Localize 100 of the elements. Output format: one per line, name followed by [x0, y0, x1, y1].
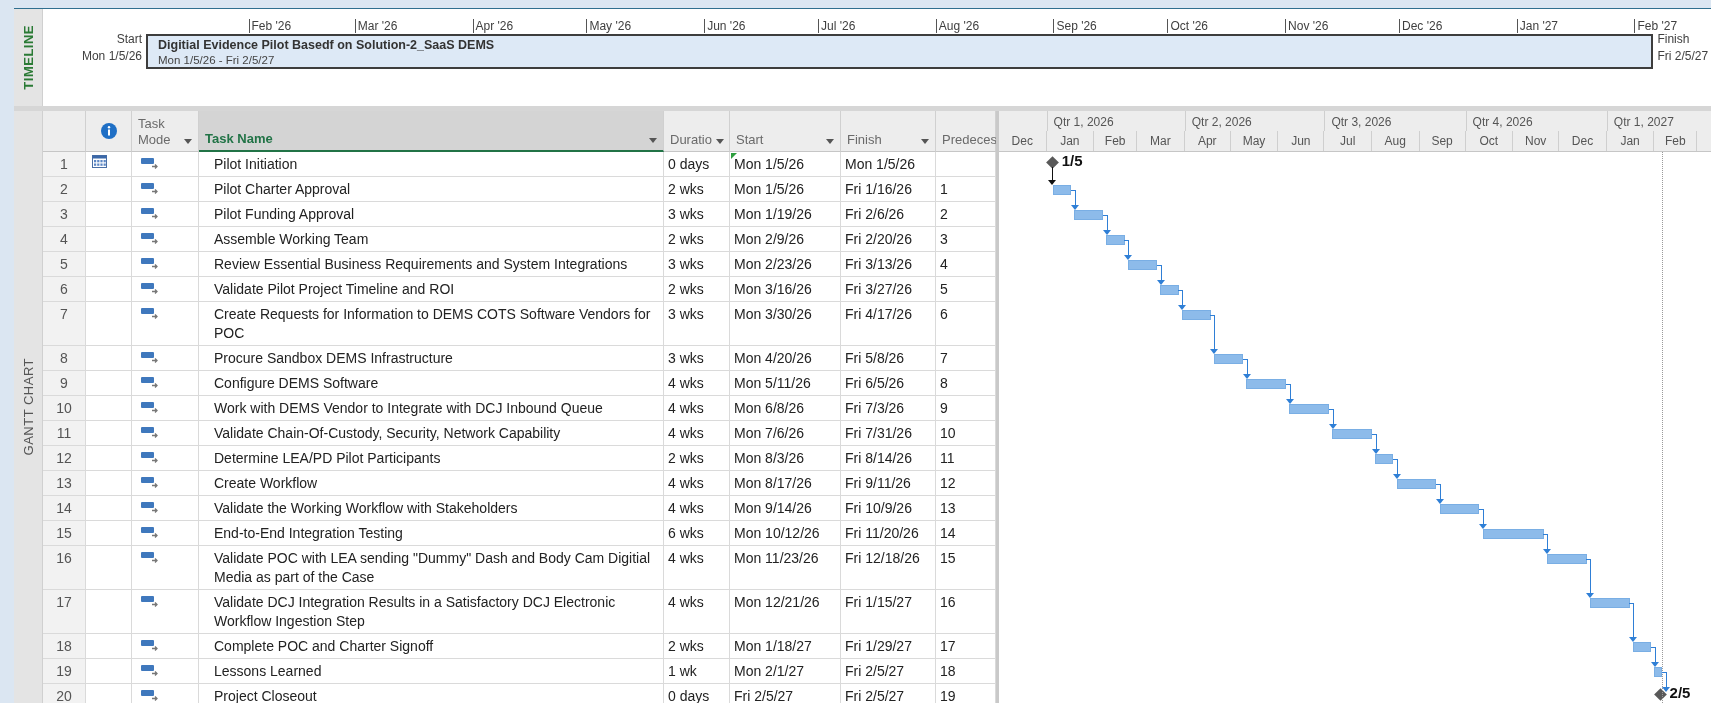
table-cell: 3 [936, 227, 996, 252]
table-cell: Mon 1/18/27 [730, 634, 841, 659]
table-cell: Mon 1/5/26 [730, 177, 841, 202]
row-number: 17 [43, 590, 86, 634]
table-cell: Fri 11/20/26 [841, 521, 936, 546]
table-cell: 6 [936, 302, 996, 346]
task-bar [1589, 598, 1630, 608]
bar-arrow-icon [141, 232, 159, 244]
start-date: Mon 1/5/26 [81, 48, 142, 65]
month-label: May [1230, 130, 1279, 151]
timeline-month-tick: Apr '26 [472, 19, 514, 33]
row-number: 19 [43, 659, 86, 684]
table-cell: 8 [936, 371, 996, 396]
table-cell: 4 [936, 252, 996, 277]
column-header[interactable]: Finish [841, 111, 936, 152]
task-name-cell: Create Requests for Information to DEMS COTS Software Vendors for POC [199, 302, 664, 346]
table-cell: Mon 11/23/26 [730, 546, 841, 590]
table-cell: Mon 10/12/26 [730, 521, 841, 546]
month-label: Dec [999, 130, 1047, 151]
table-cell: 1 [936, 177, 996, 202]
row-number: 4 [43, 227, 86, 252]
task-bar [1439, 504, 1480, 514]
table-cell: 14 [936, 521, 996, 546]
bar-arrow-icon [141, 182, 159, 194]
column-header[interactable]: Task Mode [132, 111, 199, 152]
project-title: Digitial Evidence Pilot Basedf on Solution-2_SaaS DEMS [158, 37, 495, 53]
row-number: 7 [43, 302, 86, 346]
column-header[interactable]: Start [730, 111, 841, 152]
table-cell: Mon 8/3/26 [730, 446, 841, 471]
task-name-cell: Lessons Learned [199, 659, 664, 684]
table-cell: Fri 9/11/26 [841, 471, 936, 496]
task-bar [1160, 285, 1179, 295]
quarter-label: Qtr 4, 2026 [1465, 111, 1607, 131]
table-cell: 3 wks [664, 202, 730, 227]
column-header[interactable]: Duratio [664, 111, 730, 152]
month-label: Apr [1184, 130, 1231, 151]
month-label: Oct [1465, 130, 1514, 151]
row-number: 16 [43, 546, 86, 590]
month-label: Jul [1324, 130, 1372, 151]
task-bar [1482, 529, 1544, 539]
quarter-label: Qtr 2, 2026 [1184, 111, 1325, 131]
month-label: Jan [1606, 130, 1655, 151]
bar-arrow-icon [141, 157, 159, 169]
table-cell: 4 wks [664, 496, 730, 521]
table-cell: Mon 7/6/26 [730, 421, 841, 446]
task-name-cell: End-to-End Integration Testing [199, 521, 664, 546]
row-number: 9 [43, 371, 86, 396]
task-bar [1106, 235, 1125, 245]
table-cell: 17 [936, 634, 996, 659]
task-name-cell: Validate Chain-Of-Custody, Security, Network Capability [199, 421, 664, 446]
timeline-bar[interactable]: Digitial Evidence Pilot Basedf on Solution-2_SaaS DEMS Mon 1/5/26 - Fri 2/5/27 [146, 34, 1654, 69]
table-cell: Fri 4/17/26 [841, 302, 936, 346]
bar-arrow-icon [141, 639, 159, 651]
table-cell: 4 wks [664, 396, 730, 421]
row-number: 18 [43, 634, 86, 659]
table-cell: Mon 3/16/26 [730, 277, 841, 302]
table-cell: Fri 8/14/26 [841, 446, 936, 471]
row-number: 5 [43, 252, 86, 277]
quarter-label: Qtr 3, 2026 [1324, 111, 1466, 131]
caret-icon [826, 139, 834, 144]
table-cell: Mon 2/9/26 [730, 227, 841, 252]
table-cell: Fri 10/9/26 [841, 496, 936, 521]
view-label[interactable]: GANTT CHART [20, 358, 36, 456]
quarter-label: Qtr 1, 2026 [1046, 111, 1185, 131]
task-bar [1246, 379, 1287, 389]
table-cell: Mon 9/14/26 [730, 496, 841, 521]
task-name-cell: Validate DCJ Integration Results in a Satisfactory DCJ Electronic Workflow Ingestion Step [199, 590, 664, 634]
table-cell: 13 [936, 496, 996, 521]
bar-arrow-icon [141, 451, 159, 463]
finish-date: Fri 2/5/27 [1657, 48, 1709, 65]
task-bar [1213, 354, 1244, 364]
caret-icon [921, 139, 929, 144]
bar-arrow-icon [141, 207, 159, 219]
table-cell: 2 wks [664, 634, 730, 659]
table-cell: 1 wk [664, 659, 730, 684]
table-cell: Fri 6/5/26 [841, 371, 936, 396]
table-cell: 6 wks [664, 521, 730, 546]
task-name-cell: Pilot Charter Approval [199, 177, 664, 202]
table-cell: Mon 4/20/26 [730, 346, 841, 371]
column-header[interactable] [86, 111, 132, 152]
table-cell: 9 [936, 396, 996, 421]
finish-label: Finish [1657, 31, 1690, 48]
table-cell: Fri 2/6/26 [841, 202, 936, 227]
table-cell: 4 wks [664, 421, 730, 446]
month-label: Sep [1419, 130, 1466, 151]
month-label: Jan [1046, 130, 1095, 151]
table-cell: Mon 12/21/26 [730, 590, 841, 634]
task-bar [1052, 185, 1072, 195]
column-header[interactable]: Task Name [199, 111, 664, 152]
task-name-cell: Create Workflow [199, 471, 664, 496]
timeline-month-tick: May '26 [586, 19, 632, 33]
row-number: 8 [43, 346, 86, 371]
month-label: Feb [1654, 130, 1698, 151]
table-cell: Fri 1/15/27 [841, 590, 936, 634]
timeline-month-tick: Jan '27 [1516, 19, 1559, 33]
task-name-cell: Assemble Working Team [199, 227, 664, 252]
column-header[interactable]: Predeces [936, 111, 996, 152]
month-label: Feb [1094, 130, 1138, 151]
bar-arrow-icon [141, 426, 159, 438]
bar-arrow-icon [141, 401, 159, 413]
